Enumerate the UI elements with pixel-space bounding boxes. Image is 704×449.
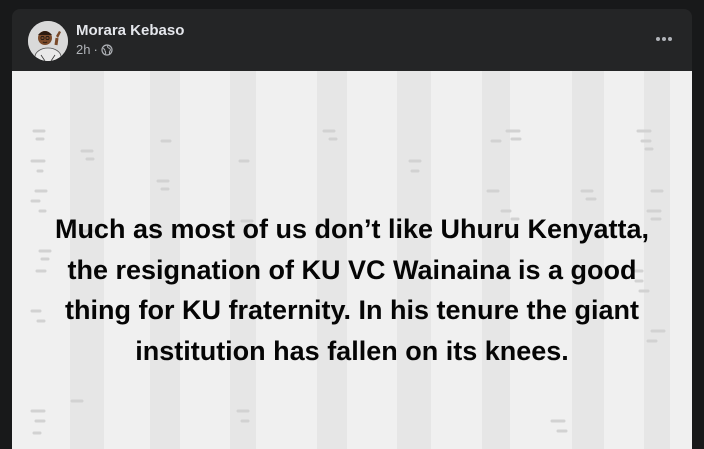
avatar-image: [28, 21, 68, 61]
post-header: Morara Kebaso 2h ·: [12, 9, 692, 71]
avatar[interactable]: [28, 21, 68, 61]
author-name[interactable]: Morara Kebaso: [76, 22, 184, 39]
globe-icon[interactable]: [101, 43, 113, 56]
post-meta: 2h ·: [76, 42, 113, 57]
more-options-icon: [656, 37, 672, 41]
post-card: Morara Kebaso 2h · Much as most of us do…: [12, 9, 692, 449]
post-time[interactable]: 2h: [76, 42, 90, 57]
post-text: Much as most of us don’t like Uhuru Keny…: [54, 214, 650, 366]
meta-separator: ·: [93, 42, 98, 57]
post-background[interactable]: Much as most of us don’t like Uhuru Keny…: [12, 71, 692, 449]
more-options-button[interactable]: [650, 27, 678, 51]
